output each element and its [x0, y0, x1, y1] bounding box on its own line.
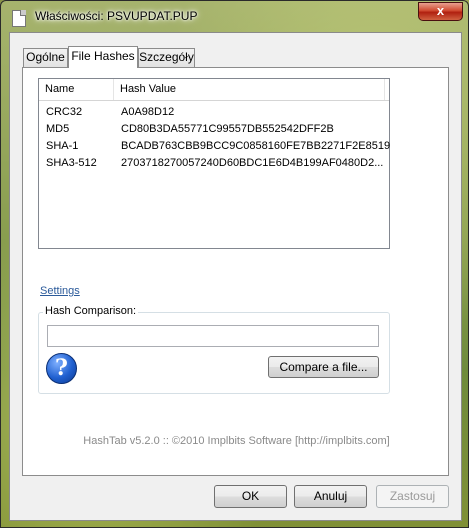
- hash-value: A0A98D12: [121, 106, 175, 118]
- hash-row-crc32[interactable]: CRC32 A0A98D12: [39, 104, 389, 120]
- hash-value: 2703718270057240D60BDC1E6D4B199AF0480D2.…: [121, 157, 384, 169]
- column-header-hash-value[interactable]: Hash Value: [114, 79, 385, 100]
- column-header-name[interactable]: Name: [39, 79, 114, 100]
- tab-szczegoly[interactable]: Szczegóły: [138, 48, 195, 67]
- hash-value: CD80B3DA55771C99557DB552542DFF2B: [121, 123, 334, 135]
- title-bar[interactable]: Właściwości: PSVUPDAT.PUP x: [1, 1, 468, 33]
- hash-list[interactable]: Name Hash Value CRC32 A0A98D12 MD5 CD80B…: [38, 78, 390, 249]
- tab-file-hashes[interactable]: File Hashes: [68, 46, 138, 68]
- hash-name: CRC32: [46, 106, 83, 118]
- apply-button[interactable]: Zastosuj: [376, 485, 449, 508]
- properties-window: Właściwości: PSVUPDAT.PUP x Ogólne File …: [0, 0, 469, 528]
- dialog-client-area: Ogólne File Hashes Szczegóły Name Hash V…: [9, 32, 462, 521]
- hash-comparison-label: Hash Comparison:: [43, 305, 139, 317]
- hash-row-md5[interactable]: MD5 CD80B3DA55771C99557DB552542DFF2B: [39, 121, 389, 137]
- hash-name: SHA-1: [46, 140, 79, 152]
- hash-value: BCADB763CBB9BCC9C0858160FE7BB2271F2E8519: [121, 140, 391, 152]
- hash-comparison-input[interactable]: [47, 325, 379, 347]
- hash-name: MD5: [46, 123, 70, 135]
- cancel-button[interactable]: Anuluj: [294, 485, 367, 508]
- ok-button[interactable]: OK: [214, 485, 287, 508]
- hash-row-sha1[interactable]: SHA-1 BCADB763CBB9BCC9C0858160FE7BB2271F…: [39, 138, 391, 154]
- window-title: Właściwości: PSVUPDAT.PUP: [35, 9, 198, 23]
- hash-name: SHA3-512: [46, 157, 97, 169]
- hash-comparison-group: Hash Comparison: ? Compare a file...: [38, 305, 390, 394]
- hash-list-header: Name Hash Value: [39, 79, 389, 101]
- settings-link[interactable]: Settings: [40, 285, 80, 297]
- close-button[interactable]: x: [418, 2, 463, 21]
- tab-ogolne[interactable]: Ogólne: [23, 48, 68, 67]
- hash-row-sha3-512[interactable]: SHA3-512 2703718270057240D60BDC1E6D4B199…: [39, 155, 389, 171]
- document-icon: [12, 10, 26, 27]
- compare-file-button[interactable]: Compare a file...: [268, 356, 379, 378]
- question-mark-icon: ?: [46, 353, 77, 384]
- credit-text: HashTab v5.2.0 :: ©2010 Implbits Softwar…: [83, 435, 390, 447]
- file-hashes-panel: Name Hash Value CRC32 A0A98D12 MD5 CD80B…: [22, 67, 449, 476]
